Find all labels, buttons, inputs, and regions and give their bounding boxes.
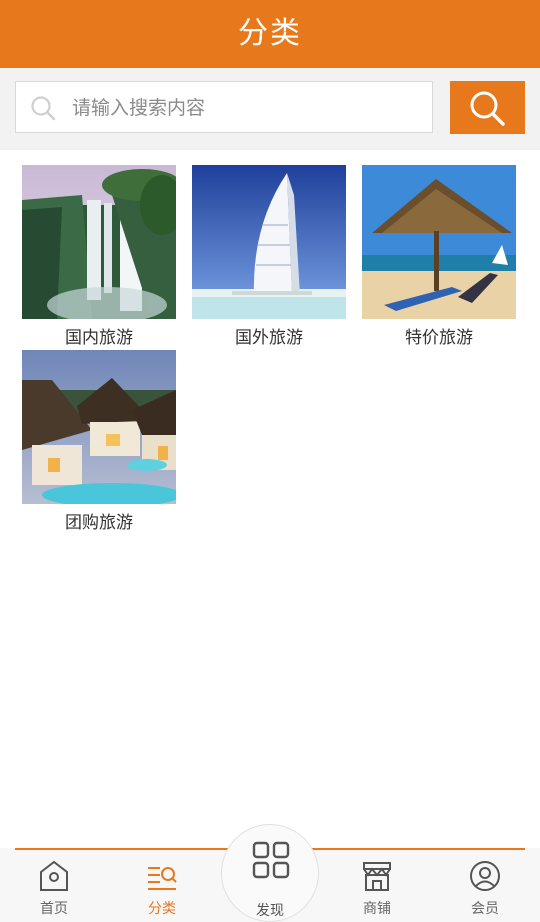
beach-image — [362, 165, 516, 319]
category-item-overseas[interactable]: 国外旅游 — [192, 165, 346, 349]
category-label: 团购旅游 — [65, 513, 133, 533]
grid-icon — [252, 841, 290, 879]
resort-image — [22, 350, 176, 504]
user-icon — [470, 861, 500, 891]
tab-member[interactable]: 会员 — [445, 848, 525, 922]
tab-label: 发现 — [256, 903, 284, 919]
search-bar — [0, 68, 540, 150]
search-icon — [470, 91, 505, 126]
category-icon — [148, 867, 177, 890]
search-button[interactable] — [450, 81, 525, 134]
tab-shop[interactable]: 商铺 — [337, 848, 417, 922]
search-input[interactable] — [70, 90, 424, 126]
waterfall-image — [22, 165, 176, 319]
tab-label: 首页 — [40, 901, 68, 917]
tab-category[interactable]: 分类 — [122, 848, 202, 922]
category-label: 特价旅游 — [405, 328, 473, 348]
tab-label: 会员 — [471, 901, 499, 917]
tab-label: 商铺 — [363, 901, 391, 917]
page-header: 分类 — [0, 0, 540, 68]
home-icon — [40, 860, 68, 891]
shop-icon — [363, 862, 391, 891]
page-title: 分类 — [238, 16, 302, 51]
category-label: 国外旅游 — [235, 328, 303, 348]
category-item-special[interactable]: 特价旅游 — [362, 165, 516, 349]
tab-home[interactable]: 首页 — [14, 848, 94, 922]
category-item-group[interactable]: 团购旅游 — [22, 350, 176, 534]
category-item-domestic[interactable]: 国内旅游 — [22, 165, 176, 349]
tab-label: 分类 — [148, 901, 176, 917]
search-box[interactable] — [15, 81, 433, 133]
category-label: 国内旅游 — [65, 328, 133, 348]
search-icon — [31, 96, 56, 121]
hotel-image — [192, 165, 346, 319]
